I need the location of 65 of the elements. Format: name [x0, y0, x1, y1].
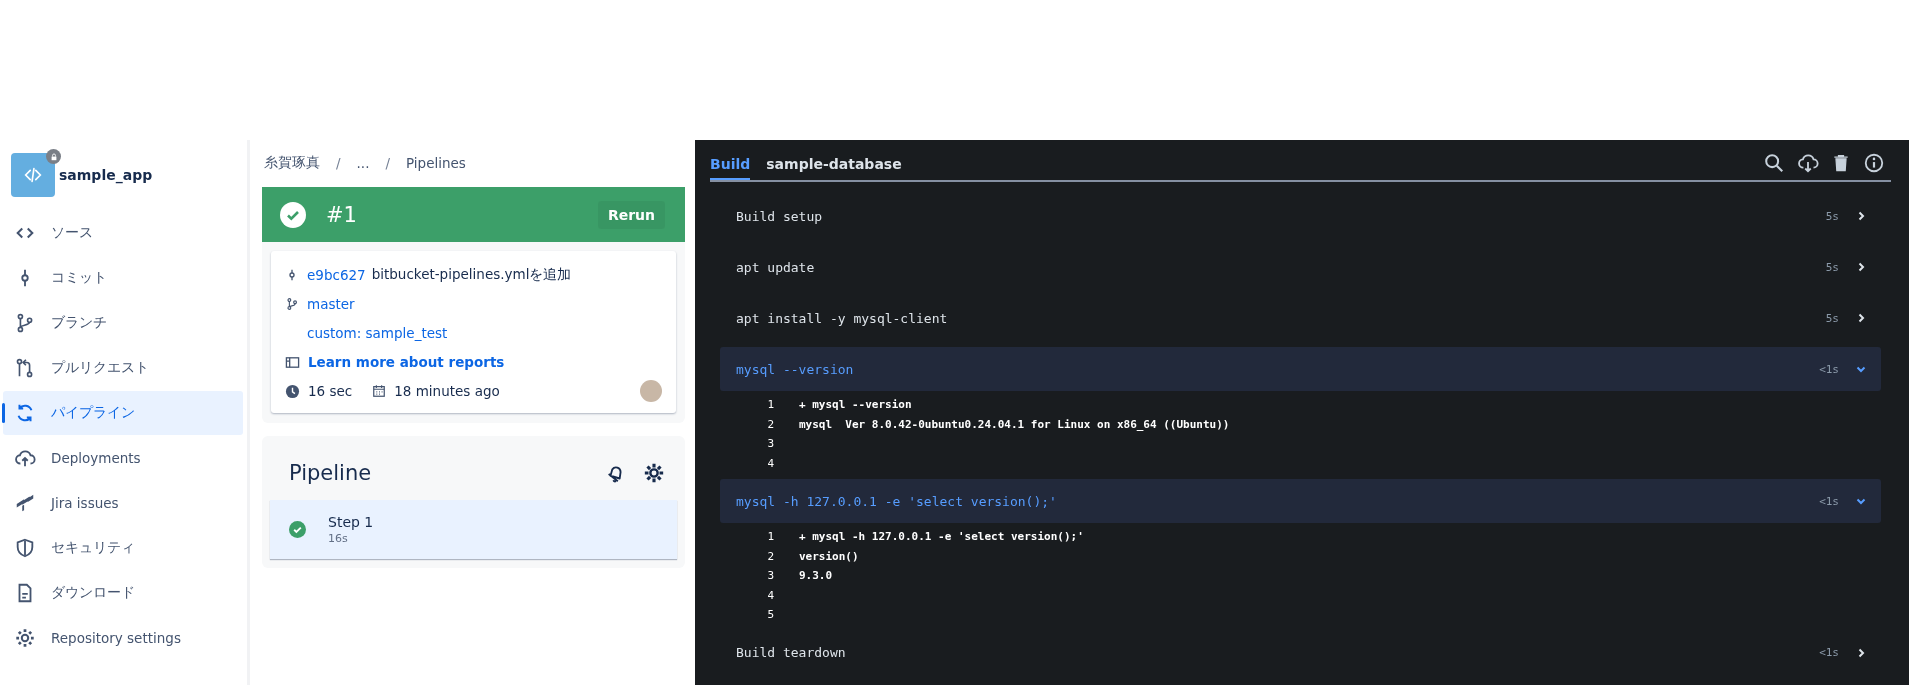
line-number: 2 — [766, 549, 774, 563]
line-number: 4 — [766, 456, 774, 470]
status-check-icon — [280, 201, 306, 228]
line-number: 1 — [766, 530, 774, 544]
log-tab[interactable]: sample-database — [766, 150, 918, 180]
breadcrumb-link[interactable]: ... — [356, 155, 370, 171]
step-name: Step 1 — [328, 514, 374, 530]
report-icon — [285, 354, 300, 370]
log-tab[interactable]: Build — [710, 150, 751, 180]
log-line: version() — [799, 549, 859, 563]
pipeline-step[interactable]: Step 1 16s — [270, 500, 677, 559]
sidebar-item[interactable]: ブランチ — [3, 301, 243, 345]
branch-link[interactable]: master — [307, 296, 355, 312]
line-number: 1 — [766, 398, 774, 412]
reports-link[interactable]: Learn more about reports — [308, 354, 505, 370]
line-number: 2 — [766, 417, 774, 431]
log-section-header[interactable]: Build teardown <1s — [720, 630, 1881, 675]
sidebar-item[interactable]: ダウンロード — [3, 571, 243, 615]
line-number: 5 — [766, 608, 774, 622]
log-section-header[interactable]: apt update 5s — [720, 245, 1881, 289]
log-line: mysql Ver 8.0.42-0ubuntu0.24.04.1 for Linux on x86_64 ((Ubuntu)) — [799, 417, 1230, 431]
log-section-header[interactable]: Build setup 5s — [720, 194, 1881, 238]
log-line: 9.3.0 — [799, 569, 833, 583]
repo-name[interactable]: sample_app — [59, 167, 153, 183]
sidebar-item[interactable]: コミット — [3, 256, 243, 300]
breadcrumb-link[interactable]: Pipelines — [406, 155, 466, 171]
run-number: #1 — [326, 202, 358, 227]
log-section-header[interactable]: mysql -h 127.0.0.1 -e 'select version();' <1s — [720, 479, 1881, 523]
step-duration: 16s — [328, 532, 349, 545]
log-section-header[interactable]: mysql --version <1s — [720, 347, 1881, 391]
trash-icon[interactable] — [1831, 153, 1851, 173]
cloud-upload-icon — [14, 447, 36, 469]
sidebar-item[interactable]: パイプライン — [3, 391, 243, 435]
cloud-download-icon[interactable] — [1797, 152, 1819, 174]
run-started-time: 18 minutes ago — [394, 383, 500, 399]
commit-message: bitbucket-pipelines.ymlを追加 — [371, 266, 572, 284]
settings-icon — [14, 627, 36, 649]
sidebar-item[interactable]: Deployments — [3, 436, 243, 480]
info-icon[interactable] — [1863, 152, 1885, 174]
breadcrumb-separator: / — [384, 155, 391, 171]
log-section-header[interactable]: apt install -y mysql-client 5s — [720, 296, 1881, 340]
breadcrumb-separator: / — [335, 155, 342, 171]
breadcrumb-link[interactable]: 糸賀琢真 — [264, 154, 320, 172]
sidebar-item[interactable]: Jira issues — [3, 481, 243, 525]
log-line: + mysql -h 127.0.0.1 -e 'select version();' — [799, 530, 1084, 544]
sidebar-item[interactable]: セキュリティ — [3, 526, 243, 570]
commit-hash-link[interactable]: e9bc627 — [307, 267, 366, 283]
lock-icon — [46, 149, 61, 164]
shield-icon — [14, 537, 36, 559]
line-number: 4 — [766, 588, 774, 602]
sidebar-item[interactable]: Repository settings — [3, 616, 243, 660]
sidebar-item[interactable]: ソース — [3, 211, 243, 255]
rerun-button[interactable]: Rerun — [597, 200, 665, 229]
search-icon[interactable] — [1763, 152, 1785, 174]
line-number: 3 — [766, 437, 774, 451]
sidebar-item[interactable]: プルリクエスト — [3, 346, 243, 390]
settings-icon[interactable] — [643, 462, 665, 484]
line-number: 3 — [766, 569, 774, 583]
calendar-icon — [372, 384, 387, 398]
trigger-link[interactable]: custom: sample_test — [307, 325, 448, 341]
log-line: + mysql --version — [799, 398, 912, 412]
clock-icon — [285, 383, 300, 399]
run-duration: 16 sec — [308, 383, 353, 399]
pipeline-title: Pipeline — [289, 461, 373, 485]
branch-icon — [285, 297, 299, 311]
